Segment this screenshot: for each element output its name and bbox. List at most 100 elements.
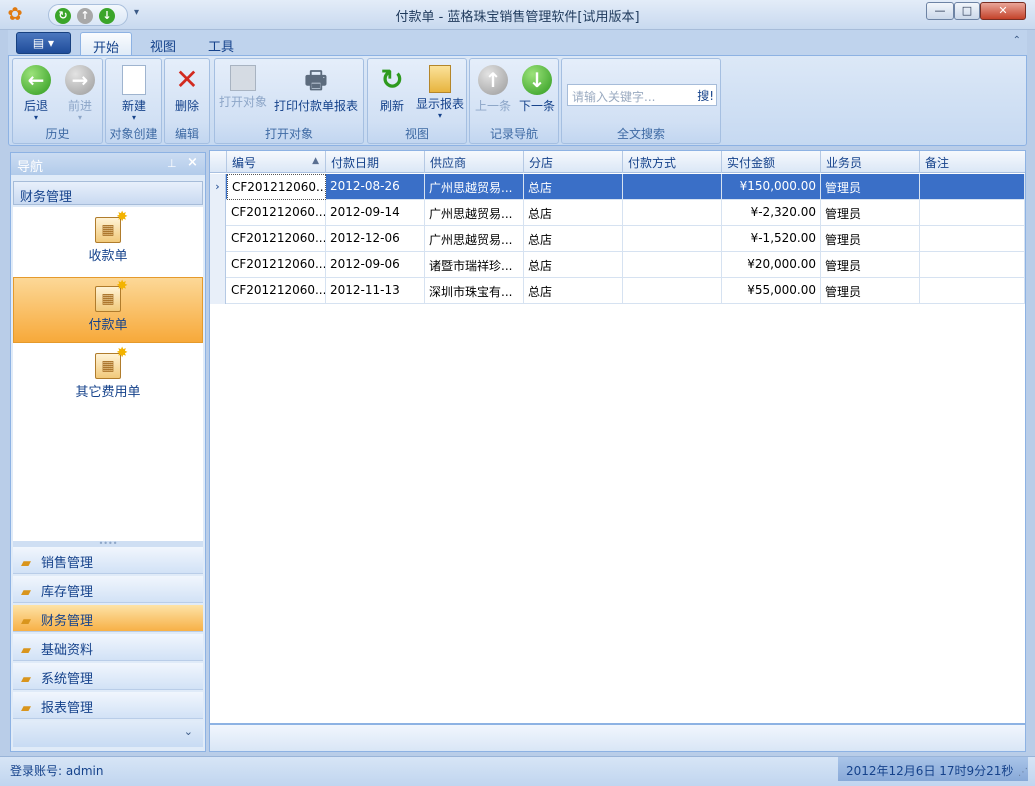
folder-icon: ▰ <box>21 556 31 571</box>
nav-item-receipt[interactable]: ▦ ✸ 收款单 <box>13 209 203 275</box>
row-indicator[interactable] <box>210 252 226 278</box>
table-cell[interactable]: 广州思越贸易... <box>425 200 524 226</box>
group-record-nav: ↑ 上一条 ↓ 下一条 记录导航 <box>469 58 559 144</box>
table-cell[interactable]: 2012-12-06 <box>326 226 425 252</box>
print-report-button[interactable]: 🖶 打印付款单报表 <box>271 61 361 123</box>
column-header-supplier[interactable]: 供应商 <box>425 151 524 173</box>
module-basic-data[interactable]: ▰ 基础资料 <box>13 634 203 661</box>
table-cell[interactable] <box>920 200 1025 226</box>
row-indicator[interactable] <box>210 278 226 304</box>
table-cell[interactable]: CF201212060... <box>227 226 326 252</box>
group-view: ↻ 刷新 显示报表 ▾ 视图 <box>367 58 467 144</box>
tab-tools[interactable]: 工具 <box>196 32 246 56</box>
row-indicator[interactable] <box>210 200 226 226</box>
table-row[interactable]: CF201212060... 2012-11-13 深圳市珠宝有... 总店 ¥55,0… <box>210 278 1025 304</box>
chevron-down-icon: ▾ <box>33 113 38 122</box>
table-cell[interactable]: 管理员 <box>821 174 920 200</box>
table-cell[interactable]: 2012-11-13 <box>326 278 425 304</box>
nav-group-title: 财务管理 <box>13 181 203 205</box>
table-cell[interactable]: ¥20,000.00 <box>722 252 821 278</box>
table-cell[interactable]: ¥55,000.00 <box>722 278 821 304</box>
status-bar: 登录账号: admin 2012年12月6日 17时9分21秒 ⋰ <box>0 756 1035 786</box>
table-cell[interactable] <box>623 278 722 304</box>
table-row[interactable]: CF201212060... 2012-12-06 广州思越贸易... 总店 ¥-1,5… <box>210 226 1025 252</box>
table-cell[interactable]: 总店 <box>524 278 623 304</box>
table-cell[interactable] <box>920 226 1025 252</box>
table-cell[interactable]: 总店 <box>524 200 623 226</box>
pin-icon[interactable]: ⊥ <box>167 157 177 170</box>
row-indicator[interactable]: › <box>210 174 226 200</box>
table-cell[interactable] <box>920 252 1025 278</box>
module-finance[interactable]: ▰ 财务管理 <box>13 605 203 632</box>
tab-start[interactable]: 开始 <box>80 32 133 56</box>
new-button[interactable]: 新建 ▾ <box>110 61 158 123</box>
column-header-payment-method[interactable]: 付款方式 <box>623 151 722 173</box>
forward-button[interactable]: → 前进 ▾ <box>59 61 101 123</box>
table-cell[interactable] <box>623 252 722 278</box>
minimize-button[interactable]: — <box>926 2 954 20</box>
table-cell[interactable]: CF201212060... <box>227 278 326 304</box>
table-cell[interactable]: CF201212060... <box>227 252 326 278</box>
maximize-button[interactable]: □ <box>954 2 980 20</box>
table-cell[interactable]: 深圳市珠宝有... <box>425 278 524 304</box>
next-record-button[interactable]: ↓ 下一条 <box>515 61 559 123</box>
table-cell[interactable]: ¥-2,320.00 <box>722 200 821 226</box>
table-cell[interactable] <box>920 174 1025 200</box>
table-cell[interactable]: 诸暨市瑞祥珍... <box>425 252 524 278</box>
back-button[interactable]: ← 后退 ▾ <box>15 61 57 123</box>
column-header-salesperson[interactable]: 业务员 <box>821 151 920 173</box>
table-cell[interactable] <box>623 226 722 252</box>
table-cell[interactable]: 管理员 <box>821 252 920 278</box>
row-indicator[interactable] <box>210 226 226 252</box>
table-cell[interactable]: ¥150,000.00 <box>722 174 821 200</box>
grid-footer <box>209 724 1026 752</box>
table-cell[interactable]: 总店 <box>524 226 623 252</box>
column-header-date[interactable]: 付款日期 <box>326 151 425 173</box>
table-cell[interactable]: ¥-1,520.00 <box>722 226 821 252</box>
search-button[interactable]: 搜! <box>697 87 714 104</box>
app-menu-button[interactable]: ▤ ▾ <box>16 32 71 54</box>
table-cell[interactable]: 管理员 <box>821 226 920 252</box>
close-icon[interactable]: × <box>187 155 198 170</box>
close-button[interactable]: ✕ <box>980 2 1026 20</box>
nav-header: 导航 ⊥ × <box>11 153 205 175</box>
refresh-button[interactable]: ↻ 刷新 <box>370 61 414 123</box>
table-cell[interactable] <box>623 200 722 226</box>
prev-record-button[interactable]: ↑ 上一条 <box>472 61 514 123</box>
nav-item-other-expense[interactable]: ▦ ✸ 其它费用单 <box>13 345 203 411</box>
nav-item-payment[interactable]: ▦ ✸ 付款单 <box>13 277 203 343</box>
table-cell[interactable] <box>623 174 722 200</box>
column-header-remark[interactable]: 备注 <box>920 151 1025 173</box>
nav-configure-button[interactable]: ⌄ <box>13 721 203 747</box>
table-cell[interactable]: 总店 <box>524 252 623 278</box>
table-row[interactable]: CF201212060... 2012-09-14 广州思越贸易... 总店 ¥-2,3… <box>210 200 1025 226</box>
module-reports[interactable]: ▰ 报表管理 <box>13 692 203 719</box>
table-cell[interactable]: 2012-09-14 <box>326 200 425 226</box>
table-cell[interactable]: 2012-08-26 <box>326 174 425 200</box>
open-object-button[interactable]: 打开对象 <box>217 61 269 123</box>
column-header-id[interactable]: 编号 ▲ <box>227 151 326 173</box>
module-inventory[interactable]: ▰ 库存管理 <box>13 576 203 603</box>
table-cell[interactable]: 广州思越贸易... <box>425 174 524 200</box>
table-cell[interactable] <box>920 278 1025 304</box>
ribbon-collapse-icon[interactable]: ⌃ <box>1013 35 1021 46</box>
table-cell[interactable]: 管理员 <box>821 200 920 226</box>
column-header-amount[interactable]: 实付金额 <box>722 151 821 173</box>
table-row[interactable]: › CF201212060... 2012-08-26 广州思越贸易... 总店 ¥150… <box>210 174 1025 200</box>
module-system[interactable]: ▰ 系统管理 <box>13 663 203 690</box>
folder-icon: ▰ <box>21 585 31 600</box>
show-report-button[interactable]: 显示报表 ▾ <box>414 61 466 123</box>
delete-button[interactable]: ✕ 删除 <box>167 61 207 123</box>
table-cell[interactable]: CF201212060... <box>227 174 326 200</box>
tab-view[interactable]: 视图 <box>138 32 188 56</box>
table-row[interactable]: CF201212060... 2012-09-06 诸暨市瑞祥珍... 总店 ¥20,0… <box>210 252 1025 278</box>
column-header-branch[interactable]: 分店 <box>524 151 623 173</box>
resize-grip-icon[interactable]: ⋰ <box>1018 767 1028 778</box>
table-cell[interactable]: 广州思越贸易... <box>425 226 524 252</box>
table-cell[interactable]: 2012-09-06 <box>326 252 425 278</box>
search-input[interactable]: 请输入关键字... 搜! <box>567 84 717 106</box>
table-cell[interactable]: 总店 <box>524 174 623 200</box>
table-cell[interactable]: 管理员 <box>821 278 920 304</box>
table-cell[interactable]: CF201212060... <box>227 200 326 226</box>
module-sales[interactable]: ▰ 销售管理 <box>13 547 203 574</box>
